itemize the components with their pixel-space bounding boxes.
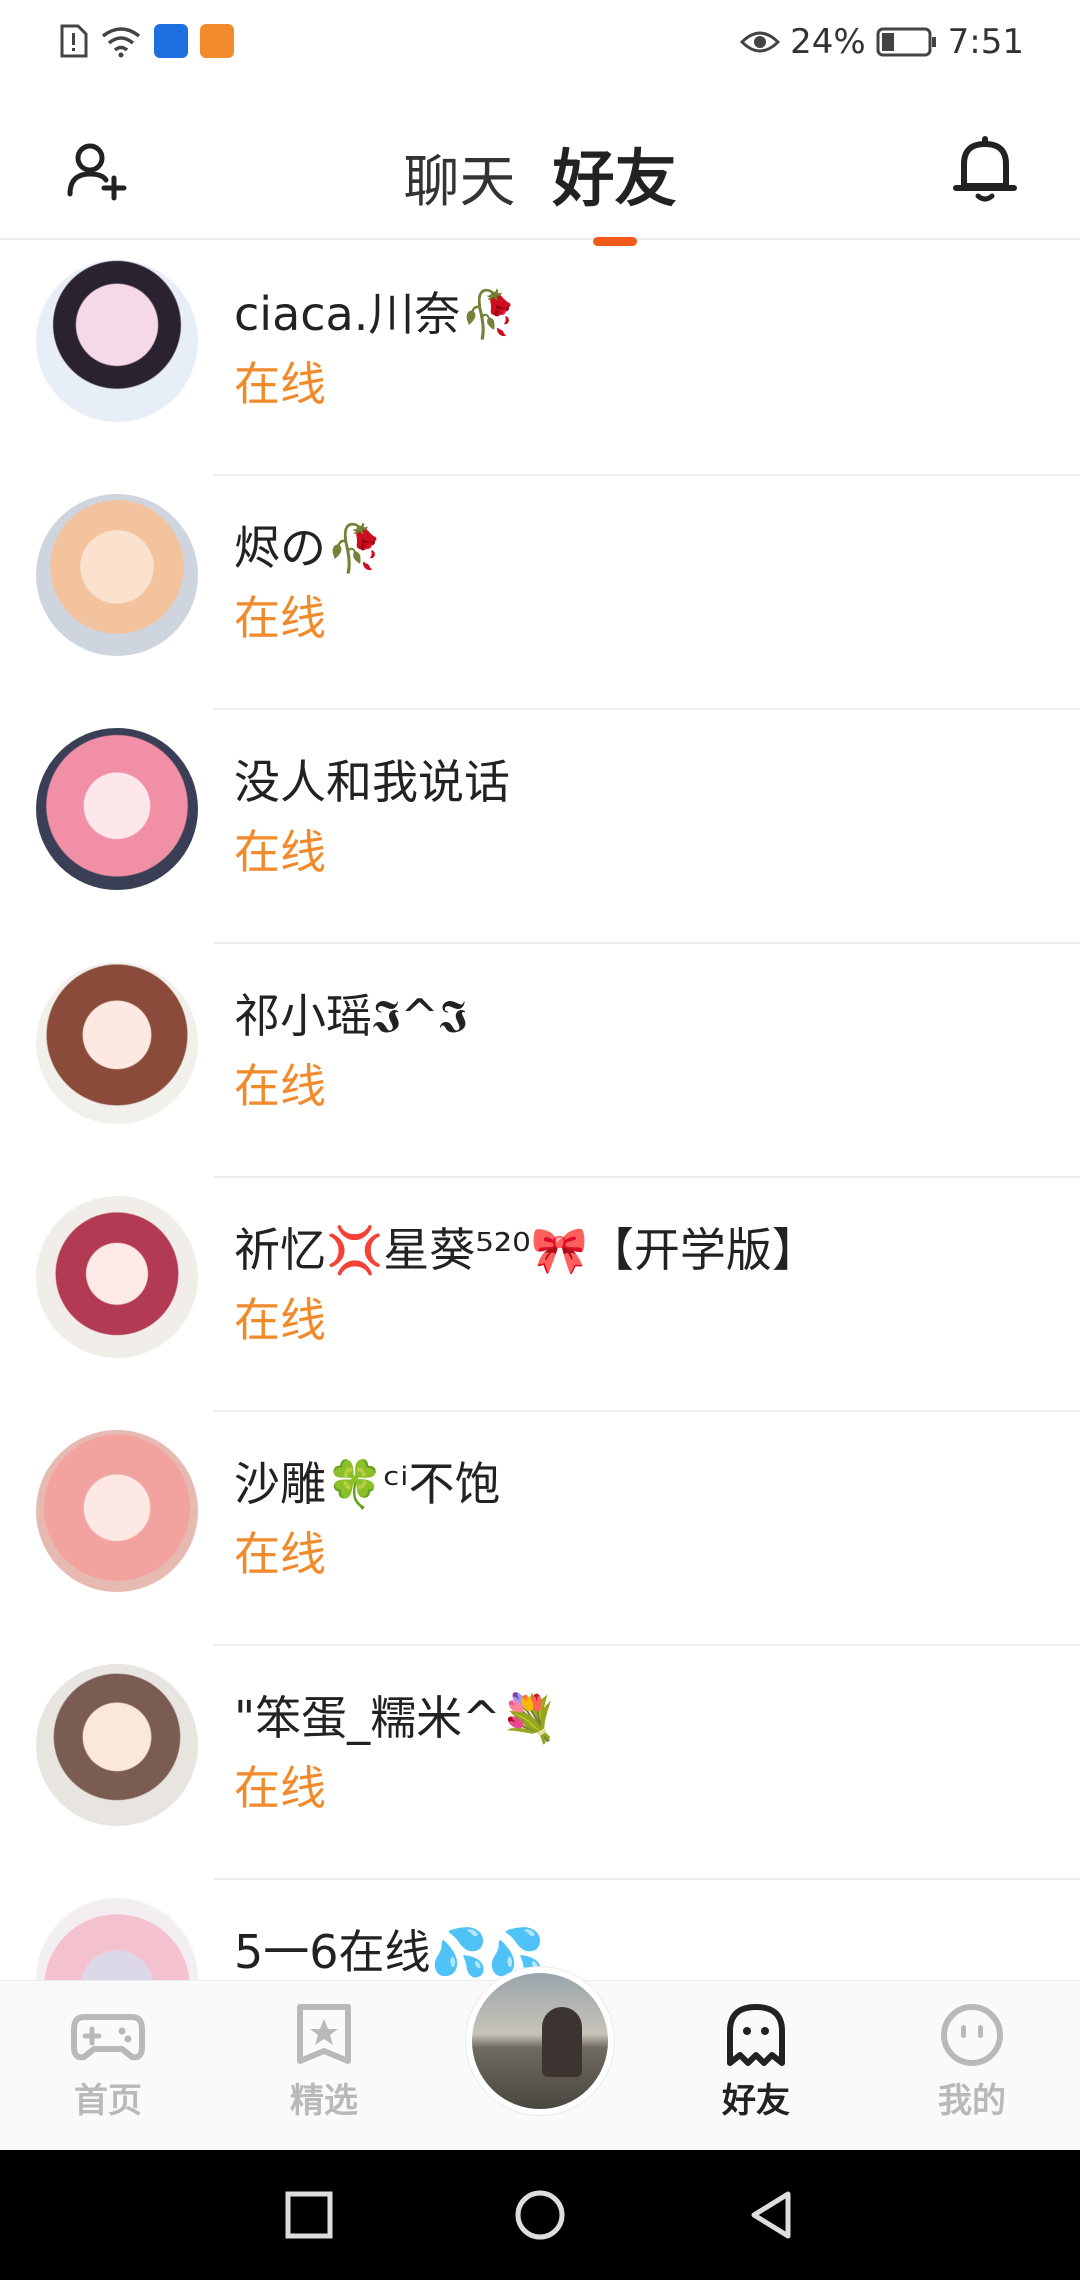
nav-label: 精选 (290, 2081, 358, 2121)
friend-name: 沙雕🍀ᶜⁱ不饱 (234, 1457, 501, 1511)
friend-status: 在线 (234, 1761, 326, 1815)
nav-me[interactable]: 我的 (912, 2003, 1032, 2122)
friend-item[interactable]: 祁小瑶𝕴^𝕴 在线 (0, 944, 1080, 1178)
friend-name: "笨蛋_糯米^💐 (234, 1691, 558, 1745)
avatar-figure (542, 2007, 582, 2077)
nav-label: 我的 (938, 2081, 1006, 2121)
play-app-icon (200, 24, 234, 58)
sim-alert-icon (60, 24, 88, 58)
friend-avatar[interactable] (36, 728, 198, 890)
friend-item[interactable]: ciaca.川奈🥀 在线 (0, 242, 1080, 476)
tab-friends[interactable]: 好友 (553, 128, 677, 218)
bell-icon[interactable] (952, 132, 1018, 204)
nav-label: 好友 (696, 2073, 816, 2122)
friend-avatar[interactable] (36, 1430, 198, 1592)
eye-icon (740, 31, 781, 53)
friend-item[interactable]: 烬の🥀 在线 (0, 476, 1080, 710)
friend-avatar[interactable] (36, 1196, 198, 1358)
friend-avatar[interactable] (36, 1664, 198, 1826)
friend-status: 在线 (234, 1059, 326, 1113)
friend-avatar[interactable] (36, 260, 198, 422)
friend-name: 祁小瑶𝕴^𝕴 (234, 989, 468, 1043)
friend-avatar[interactable] (36, 1898, 198, 1982)
star-bookmark-icon (297, 2004, 351, 2064)
friend-name: 烬の🥀 (234, 521, 384, 575)
friend-status: 在线 (234, 591, 326, 645)
status-left-icons (58, 24, 234, 58)
ghost-icon (727, 2004, 785, 2066)
battery-percent: 24% (790, 22, 866, 62)
friend-status: 在线 (234, 357, 326, 411)
friend-item[interactable]: 祈忆💢星葵⁵²⁰🎀【开学版】 在线 (0, 1178, 1080, 1412)
friend-name: 5一6在线💦💦 (234, 1925, 546, 1979)
tab-chat[interactable]: 聊天 (403, 137, 515, 218)
top-bar: 聊天 好友 (0, 92, 1080, 240)
friend-avatar[interactable] (36, 494, 198, 656)
friend-name: ciaca.川奈🥀 (234, 287, 518, 341)
friend-name: 祈忆💢星葵⁵²⁰🎀【开学版】 (234, 1223, 818, 1277)
system-nav-bar (0, 2150, 1080, 2280)
friend-item[interactable]: 没人和我说话 在线 (0, 710, 1080, 944)
friend-list: ciaca.川奈🥀 在线 烬の🥀 在线 没人和我说话 在线 祁小瑶𝕴^𝕴 在线 … (0, 242, 1080, 1982)
gamepad-icon (71, 2014, 145, 2061)
clock: 7:51 (947, 22, 1024, 62)
friend-name: 没人和我说话 (234, 755, 510, 809)
friend-item[interactable]: 沙雕🍀ᶜⁱ不饱 在线 (0, 1412, 1080, 1646)
status-bar: 24% 7:51 (0, 0, 1080, 92)
home-icon[interactable] (513, 2188, 567, 2242)
friend-item[interactable]: "笨蛋_糯米^💐 在线 (0, 1646, 1080, 1880)
bottom-nav: 首页 精选 好友 我的 (0, 1967, 1080, 2150)
battery-icon (876, 27, 936, 57)
back-icon[interactable] (744, 2188, 798, 2242)
nav-featured[interactable]: 精选 (264, 2003, 384, 2122)
friend-avatar[interactable] (36, 962, 198, 1124)
wifi-icon (101, 27, 141, 58)
status-right: 24% 7:51 (740, 22, 1024, 62)
header-tabs: 聊天 好友 (0, 128, 1080, 218)
center-avatar-button[interactable] (466, 1967, 614, 2115)
friend-status: 在线 (234, 1293, 326, 1347)
nav-home[interactable]: 首页 (48, 2003, 168, 2122)
friend-status: 在线 (234, 1527, 326, 1581)
nav-friends[interactable]: 好友 (696, 2003, 816, 2122)
recents-icon[interactable] (282, 2188, 336, 2242)
nav-label: 首页 (74, 2081, 142, 2121)
shield-app-icon (154, 24, 188, 58)
face-icon (941, 2004, 1003, 2066)
friend-status: 在线 (234, 825, 326, 879)
